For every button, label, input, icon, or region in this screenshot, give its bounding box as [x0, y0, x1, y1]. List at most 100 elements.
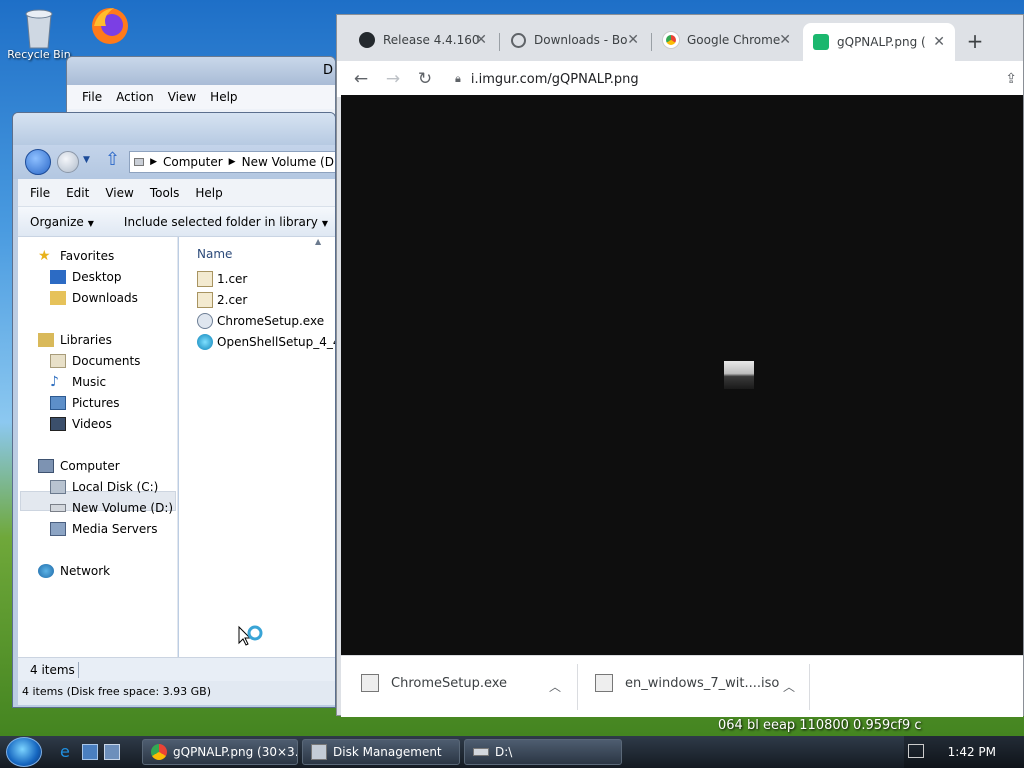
- history-dropdown-icon[interactable]: ▼: [83, 155, 90, 165]
- disk-management-menubar: File Action View Help: [67, 85, 335, 109]
- network-icon: [38, 564, 54, 578]
- download-item-iso[interactable]: en_windows_7_wit....iso: [595, 674, 779, 692]
- start-button[interactable]: [6, 737, 42, 767]
- menu-help[interactable]: Help: [187, 186, 230, 200]
- tab-label: gQPNALP.png (: [837, 35, 926, 49]
- include-in-library-button[interactable]: Include selected folder in library ▼: [124, 215, 328, 229]
- chrome-window[interactable]: Release 4.4.160 ✕ Downloads - Bo ✕ Googl…: [336, 14, 1024, 717]
- recycle-bin-desktop-icon[interactable]: Recycle Bin: [4, 6, 74, 61]
- switch-windows-icon[interactable]: [104, 744, 120, 760]
- reload-icon[interactable]: ↻: [413, 67, 437, 91]
- nav-desktop[interactable]: Desktop: [50, 270, 122, 284]
- dm-menu-view[interactable]: View: [161, 90, 203, 104]
- nav-music[interactable]: ♪ Music: [50, 375, 106, 389]
- menu-tools[interactable]: Tools: [142, 186, 188, 200]
- explorer-titlebar[interactable]: [13, 113, 335, 145]
- show-desktop-icon[interactable]: [82, 744, 98, 760]
- menu-file[interactable]: File: [22, 186, 58, 200]
- download-separator: [577, 664, 578, 710]
- file-item[interactable]: 1.cer: [197, 271, 247, 287]
- menu-edit[interactable]: Edit: [58, 186, 97, 200]
- recycle-bin-icon: [19, 6, 59, 49]
- nav-network[interactable]: Network: [38, 564, 110, 578]
- forward-arrow-icon[interactable]: →: [381, 67, 405, 91]
- omnibox[interactable]: 🔒︎ i.imgur.com/gQPNALP.png ⇪: [449, 65, 1024, 93]
- internet-explorer-icon[interactable]: e: [60, 744, 76, 760]
- task-explorer[interactable]: D:\: [464, 739, 622, 765]
- breadcrumb-computer[interactable]: Computer: [163, 155, 223, 169]
- task-label: Disk Management: [333, 745, 442, 759]
- tab-release[interactable]: Release 4.4.160 ✕: [349, 25, 497, 55]
- tab-imgur-active[interactable]: gQPNALP.png ( ✕: [803, 23, 955, 61]
- organize-button[interactable]: Organize ▼: [30, 215, 94, 229]
- tab-separator: [651, 33, 652, 51]
- status-separator: [78, 662, 79, 678]
- imgur-icon: [813, 34, 829, 50]
- organize-label: Organize: [30, 214, 84, 229]
- chrome-icon: [151, 744, 167, 760]
- address-bar[interactable]: ▶ Computer ▶ New Volume (D:: [129, 151, 335, 173]
- firefox-desktop-icon[interactable]: [80, 4, 136, 46]
- file-item[interactable]: ChromeSetup.exe: [197, 313, 324, 329]
- back-button[interactable]: [25, 149, 51, 175]
- chrome-toolbar: ← → ↻ 🔒︎ i.imgur.com/gQPNALP.png ⇪: [337, 61, 1023, 97]
- image-preview[interactable]: [724, 361, 754, 389]
- music-icon: ♪: [50, 374, 59, 390]
- disk-management-titlebar[interactable]: D: [67, 57, 335, 85]
- file-name: 1.cer: [217, 272, 248, 286]
- navigation-pane: ★ Favorites Desktop Downloads Libraries D…: [18, 237, 178, 657]
- sort-ascending-icon: ▲: [315, 237, 322, 246]
- close-icon[interactable]: ✕: [627, 32, 639, 48]
- task-chrome[interactable]: gQPNALP.png (30×3…: [142, 739, 298, 765]
- close-icon[interactable]: ✕: [779, 32, 791, 48]
- nav-new-volume[interactable]: New Volume (D:): [50, 501, 173, 515]
- pictures-icon: [50, 396, 66, 410]
- forward-button[interactable]: [57, 151, 79, 173]
- certificate-icon: [197, 292, 213, 308]
- chevron-up-icon[interactable]: ︿: [783, 678, 795, 695]
- include-label: Include selected folder in library: [123, 214, 318, 229]
- explorer-menubar: File Edit View Tools Help: [18, 179, 335, 207]
- dm-menu-file[interactable]: File: [75, 90, 109, 104]
- dm-menu-action[interactable]: Action: [109, 90, 161, 104]
- dm-menu-help[interactable]: Help: [203, 90, 244, 104]
- github-icon: [359, 32, 375, 48]
- nav-documents[interactable]: Documents: [50, 354, 140, 368]
- download-item-chromesetup[interactable]: ChromeSetup.exe: [361, 674, 507, 692]
- nav-libraries[interactable]: Libraries: [38, 333, 112, 347]
- nav-downloads[interactable]: Downloads: [50, 291, 138, 305]
- menu-view[interactable]: View: [97, 186, 141, 200]
- media-server-icon: [50, 522, 66, 536]
- nav-pictures[interactable]: Pictures: [50, 396, 120, 410]
- close-icon[interactable]: ✕: [933, 34, 945, 50]
- share-icon[interactable]: ⇪: [1005, 71, 1017, 87]
- nav-videos[interactable]: Videos: [50, 417, 112, 431]
- breadcrumb-new-volume[interactable]: New Volume (D:: [242, 155, 335, 169]
- taskbar: e gQPNALP.png (30×3… Disk Management D:\…: [0, 736, 1024, 768]
- file-item[interactable]: 2.cer: [197, 292, 247, 308]
- explorer-window[interactable]: ▼ ⇧ ▶ Computer ▶ New Volume (D: File Edi…: [12, 112, 336, 708]
- nav-label: Music: [72, 375, 107, 389]
- up-arrow-icon[interactable]: ⇧: [105, 149, 120, 170]
- clock[interactable]: 1:42 PM: [948, 745, 996, 759]
- nav-local-disk[interactable]: Local Disk (C:): [50, 480, 158, 494]
- file-item[interactable]: OpenShellSetup_4_4_1: [197, 334, 335, 350]
- network-tray-icon[interactable]: [908, 744, 924, 758]
- nav-favorites[interactable]: ★ Favorites: [38, 249, 114, 263]
- tab-downloads[interactable]: Downloads - Bo ✕: [501, 25, 649, 55]
- download-separator: [809, 664, 810, 710]
- nav-media-servers[interactable]: Media Servers: [50, 522, 157, 536]
- close-icon[interactable]: ✕: [475, 32, 487, 48]
- back-arrow-icon[interactable]: ←: [349, 67, 373, 91]
- nav-computer[interactable]: Computer: [38, 459, 120, 473]
- column-header-name[interactable]: Name: [197, 247, 232, 261]
- new-tab-button[interactable]: +: [961, 27, 989, 55]
- tab-google-chrome[interactable]: Google Chrome ✕: [653, 25, 801, 55]
- installer-file-icon: [361, 674, 379, 692]
- chevron-up-icon[interactable]: ︿: [549, 678, 561, 695]
- tab-label: Google Chrome: [687, 33, 781, 47]
- drive-icon: [473, 748, 489, 756]
- tab-separator: [499, 33, 500, 51]
- file-name: ChromeSetup.exe: [217, 314, 325, 328]
- task-disk-management[interactable]: Disk Management: [302, 739, 460, 765]
